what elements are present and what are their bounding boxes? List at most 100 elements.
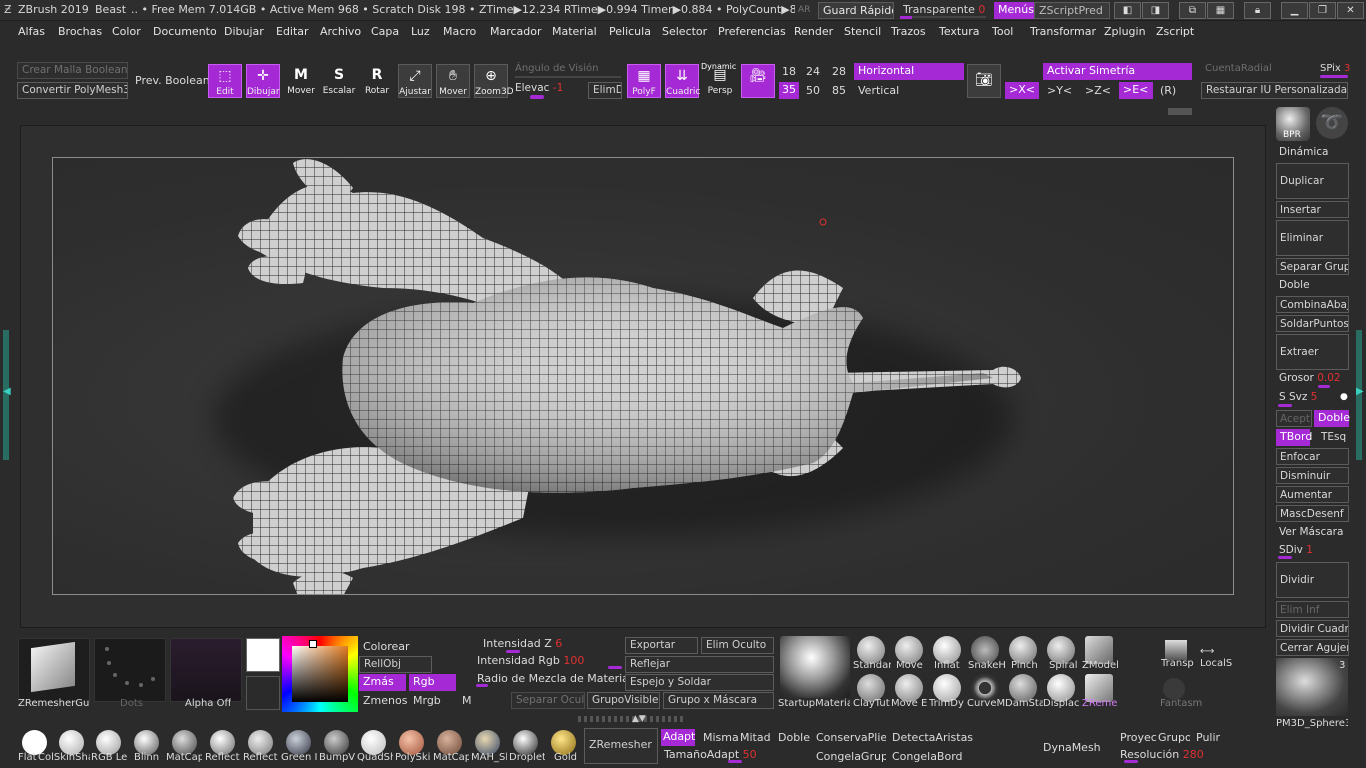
tbord-toggle[interactable]: TBord bbox=[1276, 429, 1312, 446]
double-toggle[interactable]: Doble bbox=[1314, 410, 1350, 427]
edit-tool-button[interactable]: ⬚ Edit bbox=[208, 64, 242, 98]
menu-item-transformar[interactable]: Transformar bbox=[1030, 25, 1096, 38]
elimdi-button[interactable]: ElimDi bbox=[588, 82, 622, 99]
color-picker-handle[interactable] bbox=[309, 640, 317, 648]
menus-button[interactable]: Menús bbox=[994, 2, 1038, 19]
smooth-slider[interactable] bbox=[1278, 404, 1292, 407]
insert-button[interactable]: Insertar bbox=[1276, 201, 1349, 218]
elevation-label[interactable]: Elevac -1 bbox=[515, 82, 563, 94]
zremesher-guides-thumbnail[interactable] bbox=[18, 638, 90, 702]
menu-item-pelicula[interactable]: Pelicula bbox=[609, 25, 651, 38]
thickness-label[interactable]: Grosor 0.02 bbox=[1279, 372, 1341, 384]
menu-item-documento[interactable]: Documento bbox=[153, 25, 217, 38]
camera-view-button[interactable]: 🎥︎ bbox=[741, 64, 775, 98]
delete-button[interactable]: Eliminar bbox=[1276, 220, 1349, 256]
menu-item-selector[interactable]: Selector bbox=[662, 25, 707, 38]
double-label[interactable]: Doble bbox=[1279, 279, 1310, 291]
lock-icon[interactable]: 🔒︎ bbox=[1244, 2, 1271, 19]
symmetry-e-button[interactable]: >E< bbox=[1119, 82, 1153, 99]
restore-custom-ui-button[interactable]: Restaurar IU Personalizada bbox=[1201, 82, 1348, 99]
split-groups-button[interactable]: Separar Grupos bbox=[1276, 258, 1349, 275]
horizontal-button[interactable]: Horizontal bbox=[854, 63, 964, 80]
focal-28[interactable]: 28 bbox=[832, 65, 846, 78]
menu-item-zplugin[interactable]: Zplugin bbox=[1104, 25, 1146, 38]
focal-85[interactable]: 85 bbox=[832, 84, 846, 97]
focal-50[interactable]: 50 bbox=[806, 84, 820, 97]
restore-icon[interactable]: ❐ bbox=[1309, 2, 1336, 19]
thickness-slider[interactable] bbox=[1318, 385, 1330, 388]
menu-item-zscript[interactable]: Zscript bbox=[1156, 25, 1194, 38]
z-intensity-label[interactable]: Intensidad Z 6 bbox=[483, 637, 562, 650]
transparent-icon[interactable] bbox=[1165, 640, 1187, 660]
dynamesh-button[interactable]: DynaMesh bbox=[1043, 741, 1101, 754]
dots-stroke-thumbnail[interactable] bbox=[94, 638, 166, 702]
zscript-pred-field[interactable]: ZScriptPred bbox=[1034, 2, 1110, 19]
mirror-and-weld-button[interactable]: Espejo y Soldar bbox=[625, 674, 774, 691]
color-picker[interactable] bbox=[282, 636, 358, 712]
subtool-thumbnail[interactable] bbox=[1276, 658, 1348, 716]
main-color-swatch[interactable] bbox=[246, 638, 280, 672]
local-symmetry-icon[interactable]: ⟷ bbox=[1200, 646, 1214, 657]
sdiv-label[interactable]: SDiv 1 bbox=[1279, 544, 1313, 556]
polish-toggle[interactable]: Pulir bbox=[1196, 731, 1220, 744]
menu-item-macro[interactable]: Macro bbox=[443, 25, 476, 38]
floor-grid-button[interactable]: ⇊ Cuadric bbox=[665, 64, 700, 98]
symmetry-y-button[interactable]: >Y< bbox=[1047, 84, 1072, 97]
menu-item-marcador[interactable]: Marcador bbox=[490, 25, 542, 38]
menu-item-luz[interactable]: Luz bbox=[411, 25, 430, 38]
group-by-mask-button[interactable]: Grupo x Máscara bbox=[663, 692, 774, 709]
keep-borders-toggle[interactable]: CongelaBordes bbox=[892, 750, 962, 763]
menu-item-material[interactable]: Material bbox=[552, 25, 597, 38]
menu-item-stencil[interactable]: Stencil bbox=[844, 25, 881, 38]
menu-item-dibujar[interactable]: Dibujar bbox=[224, 25, 264, 38]
blur-mask-button[interactable]: MascDesenf bbox=[1276, 505, 1349, 522]
menu-item-archivo[interactable]: Archivo bbox=[320, 25, 361, 38]
smooth-label[interactable]: S Svz 5 bbox=[1279, 391, 1317, 403]
radial-count-label[interactable]: CuentaRadial bbox=[1205, 63, 1272, 74]
menu-item-brochas[interactable]: Brochas bbox=[58, 25, 102, 38]
menu-item-preferencias[interactable]: Preferencias bbox=[718, 25, 786, 38]
group-visible-button[interactable]: GrupoVisible bbox=[587, 692, 660, 709]
zoom3d-button[interactable]: ⊕ Zoom3D bbox=[474, 64, 514, 98]
beast-model[interactable] bbox=[53, 158, 1234, 595]
snapshot-button[interactable]: 📷︎ bbox=[967, 64, 1001, 98]
polyframe-button[interactable]: ▦ PolyF bbox=[627, 64, 661, 98]
colorize-label[interactable]: Colorear bbox=[363, 640, 410, 653]
mrgb-button[interactable]: Mrgb bbox=[413, 694, 441, 707]
fit-button[interactable]: ⤢ Ajustar bbox=[398, 64, 432, 98]
menu-item-render[interactable]: Render bbox=[794, 25, 833, 38]
groups-toggle[interactable]: Grupos bbox=[1158, 731, 1190, 744]
focal-24[interactable]: 24 bbox=[806, 65, 820, 78]
tesq-toggle[interactable]: TEsq bbox=[1321, 431, 1346, 443]
menu-item-editar[interactable]: Editar bbox=[276, 25, 309, 38]
rgb-intensity-label[interactable]: Intensidad Rgb 100 bbox=[477, 654, 584, 667]
menu-item-capa[interactable]: Capa bbox=[371, 25, 399, 38]
menu-item-alfas[interactable]: Alfas bbox=[18, 25, 45, 38]
transparent-label[interactable]: Transparente 0 bbox=[903, 3, 985, 16]
secondary-color-swatch[interactable] bbox=[246, 676, 280, 710]
prev-booleana-button[interactable]: Prev. Booleana bbox=[135, 74, 216, 87]
z-intensity-slider[interactable] bbox=[506, 650, 520, 653]
detect-edges-toggle[interactable]: DetectaAristas bbox=[892, 731, 973, 744]
zadd-button[interactable]: Zmás bbox=[359, 674, 406, 691]
startup-material-preview[interactable] bbox=[780, 636, 850, 698]
weld-points-button[interactable]: SoldarPuntos bbox=[1276, 315, 1349, 332]
alpha-thumbnail[interactable] bbox=[170, 638, 242, 702]
rgb-intensity-slider[interactable] bbox=[608, 666, 622, 669]
scale-tool-button[interactable]: S Escalar bbox=[322, 64, 356, 98]
half-toggle[interactable]: Mitad bbox=[740, 731, 771, 744]
adaptive-size-label[interactable]: TamañoAdapt 50 bbox=[664, 748, 757, 761]
sdiv-slider[interactable] bbox=[1278, 556, 1292, 559]
focal-35[interactable]: 35 bbox=[779, 82, 799, 99]
adapt-toggle[interactable]: Adapt bbox=[661, 729, 695, 746]
focal-18[interactable]: 18 bbox=[782, 65, 796, 78]
activate-symmetry-button[interactable]: Activar Simetría bbox=[1043, 63, 1192, 80]
rotate-tool-button[interactable]: R Rotar bbox=[360, 64, 394, 98]
bpr-render-button[interactable]: BPR bbox=[1276, 107, 1310, 141]
menu-item-tool[interactable]: Tool bbox=[992, 25, 1013, 38]
vertical-button[interactable]: Vertical bbox=[858, 84, 899, 97]
adaptive-size-slider[interactable] bbox=[728, 760, 742, 763]
resolution-slider[interactable] bbox=[1124, 760, 1138, 763]
menu-item-trazos[interactable]: Trazos bbox=[891, 25, 926, 38]
delete-hidden-button[interactable]: Elim Oculto bbox=[701, 637, 774, 654]
